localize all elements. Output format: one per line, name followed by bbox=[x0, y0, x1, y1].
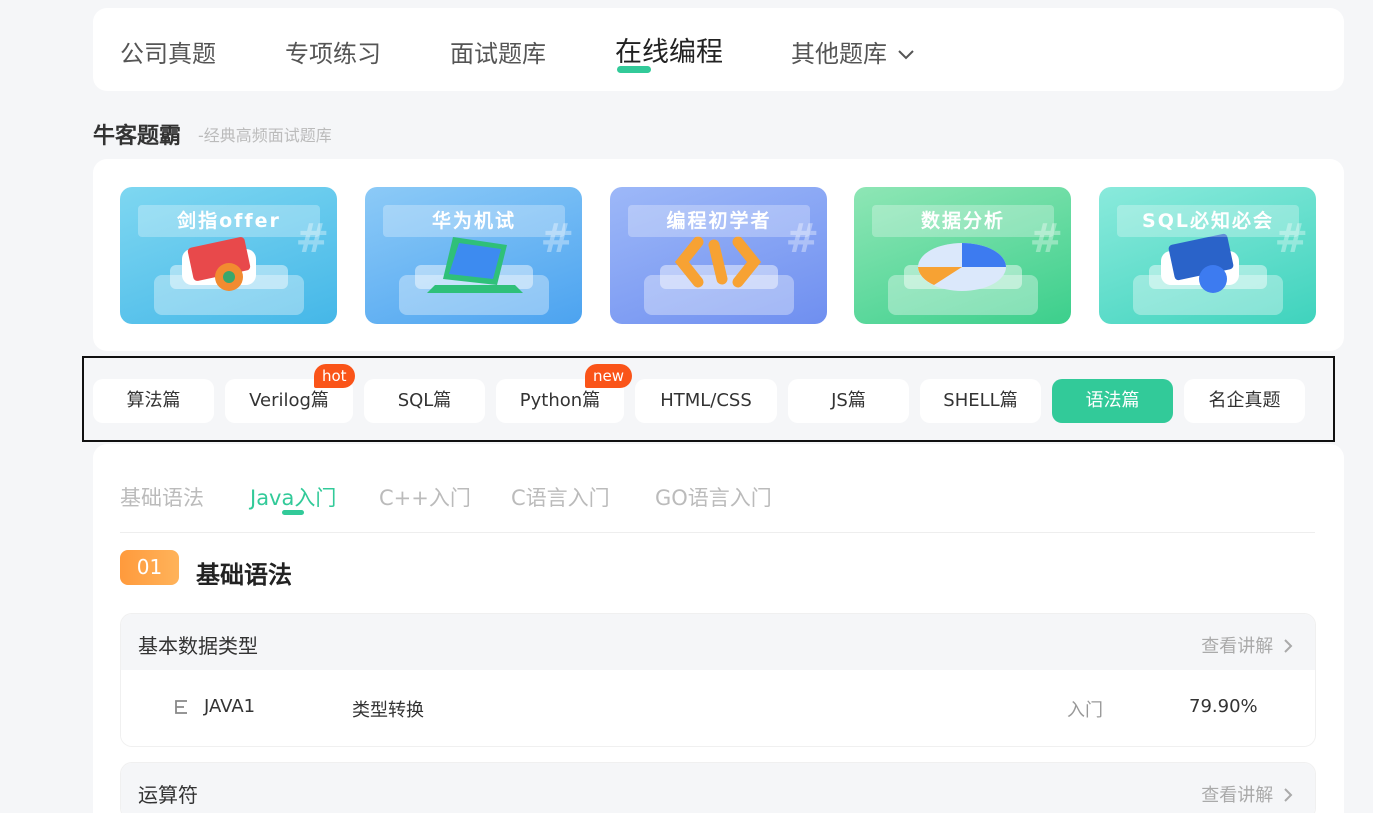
tab-special-practice[interactable]: 专项练习 bbox=[285, 42, 381, 66]
category-html-css[interactable]: HTML/CSS bbox=[635, 379, 777, 423]
chevron-right-icon bbox=[1284, 639, 1293, 653]
card-label: 剑指offer bbox=[138, 205, 320, 237]
subtab-java-intro[interactable]: Java入门 bbox=[250, 482, 336, 512]
topic-header: 运算符 查看讲解 bbox=[121, 763, 1315, 813]
top-nav: 公司真题 专项练习 面试题库 在线编程 其他题库 bbox=[93, 8, 1344, 91]
topic-block-data-types: 基本数据类型 查看讲解 JAVA1 类型转换 入门 79.90% bbox=[120, 613, 1316, 747]
question-name: 类型转换 bbox=[352, 700, 424, 721]
view-explanation-label: 查看讲解 bbox=[1201, 785, 1274, 806]
active-subtab-indicator bbox=[282, 510, 304, 515]
tab-other-banks-label: 其他题库 bbox=[791, 40, 887, 68]
tab-other-banks[interactable]: 其他题库 bbox=[791, 42, 915, 66]
category-js[interactable]: JS篇 bbox=[788, 379, 909, 423]
question-level: 入门 bbox=[1067, 700, 1103, 721]
pass-rate: 79.90% bbox=[1189, 696, 1258, 717]
view-explanation-link[interactable]: 查看讲解 bbox=[1201, 781, 1293, 807]
view-explanation-label: 查看讲解 bbox=[1201, 636, 1274, 657]
view-explanation-link[interactable]: 查看讲解 bbox=[1201, 632, 1293, 658]
group-number-badge: 01 bbox=[120, 550, 179, 585]
tab-online-coding[interactable]: 在线编程 bbox=[615, 39, 723, 66]
card-panel: # 剑指offer # 华为机试 # 编程初学者 # 数据分析 # SQL必知必… bbox=[93, 159, 1344, 351]
topic-title: 基本数据类型 bbox=[138, 634, 258, 658]
topic-header: 基本数据类型 查看讲解 bbox=[121, 614, 1315, 670]
category-famous-companies[interactable]: 名企真题 bbox=[1184, 379, 1305, 423]
group-title: 基础语法 bbox=[196, 561, 292, 589]
category-syntax[interactable]: 语法篇 bbox=[1052, 379, 1173, 423]
question-id: JAVA1 bbox=[204, 696, 256, 717]
category-algorithm[interactable]: 算法篇 bbox=[93, 379, 214, 423]
question-row[interactable]: JAVA1 类型转换 入门 79.90% bbox=[121, 670, 1315, 746]
active-tab-indicator bbox=[617, 66, 651, 73]
hot-badge: hot bbox=[314, 364, 355, 388]
card-label: 数据分析 bbox=[872, 205, 1054, 237]
card-beginner[interactable]: # 编程初学者 bbox=[610, 187, 827, 324]
new-badge: new bbox=[585, 364, 633, 388]
card-huawei-test[interactable]: # 华为机试 bbox=[365, 187, 582, 324]
tab-company-questions[interactable]: 公司真题 bbox=[120, 42, 216, 66]
code-file-icon bbox=[175, 700, 187, 714]
card-label: 编程初学者 bbox=[628, 205, 810, 237]
category-shell[interactable]: SHELL篇 bbox=[920, 379, 1041, 423]
subtab-c-intro[interactable]: C语言入门 bbox=[511, 482, 610, 512]
card-label: SQL必知必会 bbox=[1117, 205, 1299, 237]
divider bbox=[120, 532, 1315, 533]
topic-title: 运算符 bbox=[138, 783, 198, 807]
card-jianzhi-offer[interactable]: # 剑指offer bbox=[120, 187, 337, 324]
chevron-right-icon bbox=[1284, 788, 1293, 802]
subtab-cpp-intro[interactable]: C++入门 bbox=[379, 482, 471, 512]
topic-block-operators: 运算符 查看讲解 bbox=[120, 762, 1316, 813]
subtab-basic-syntax[interactable]: 基础语法 bbox=[120, 482, 204, 512]
subtab-go-intro[interactable]: GO语言入门 bbox=[655, 482, 772, 512]
category-sql[interactable]: SQL篇 bbox=[364, 379, 485, 423]
section-subtitle: -经典高频面试题库 bbox=[198, 126, 332, 145]
chevron-down-icon bbox=[898, 50, 914, 60]
card-label: 华为机试 bbox=[383, 205, 565, 237]
card-sql[interactable]: # SQL必知必会 bbox=[1099, 187, 1316, 324]
tab-interview-bank[interactable]: 面试题库 bbox=[450, 42, 546, 66]
section-title: 牛客题霸 bbox=[93, 124, 182, 149]
card-data-analysis[interactable]: # 数据分析 bbox=[854, 187, 1071, 324]
